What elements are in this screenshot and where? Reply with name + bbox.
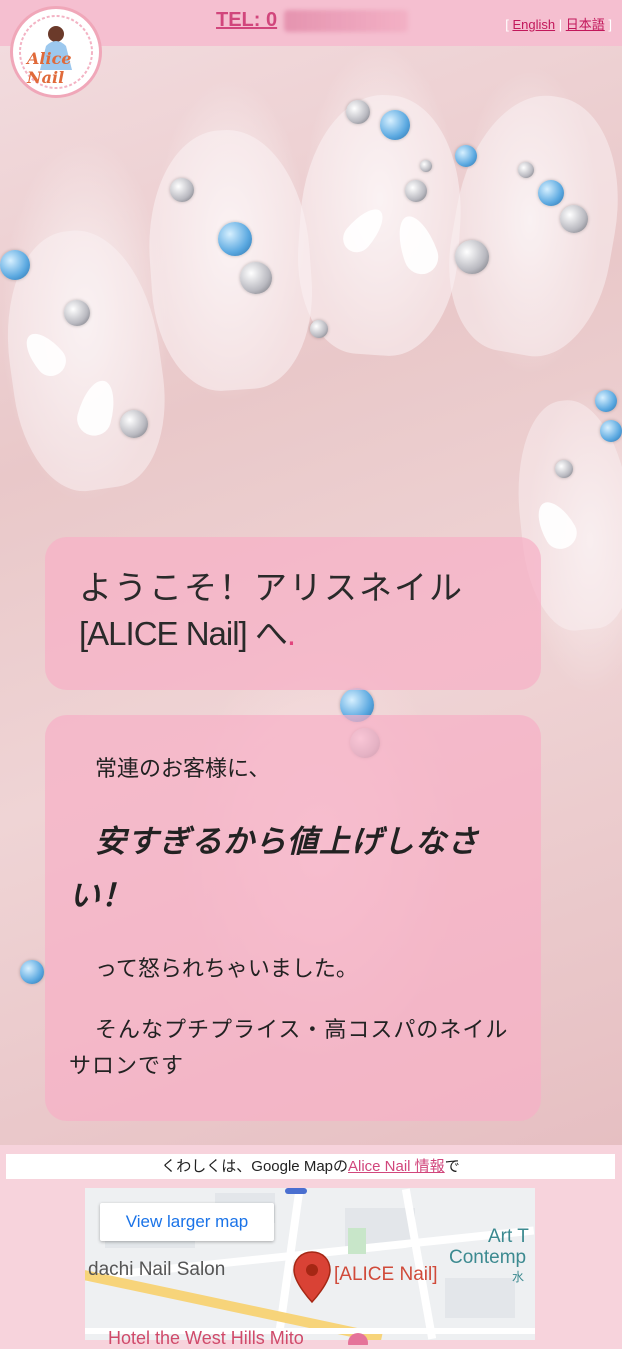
- welcome-dot: .: [286, 615, 299, 652]
- alice-nail-logo[interactable]: Alice Nail: [10, 6, 102, 98]
- view-larger-map-link[interactable]: View larger map: [100, 1203, 274, 1241]
- welcome-line-2: [ALICE Nail] へ: [79, 615, 288, 652]
- phone-number-redacted: [284, 10, 408, 32]
- lang-english-link[interactable]: English: [512, 17, 555, 32]
- promo-text-too-cheap: 安すぎるから値上げしなさい！: [69, 824, 479, 914]
- map-art-label-1: Art T: [488, 1226, 529, 1247]
- lang-japanese-link[interactable]: 日本語: [566, 17, 605, 32]
- promo-card: 常連のお客様に、 安すぎるから値上げしなさい！ って怒られちゃいました。 そんな…: [45, 715, 541, 1121]
- logo-text: Alice Nail: [27, 49, 72, 87]
- map-art-label-2: Contemp: [449, 1247, 527, 1268]
- welcome-card: ようこそ！アリスネイル [ALICE Nail] へ.: [45, 537, 541, 690]
- map-kanji-label: 水: [512, 1270, 525, 1284]
- lang-separator: |: [558, 17, 563, 32]
- promo-text-salon-description: そんなプチプライス・高コスパのネイルサロンです: [69, 1018, 509, 1079]
- map-pin-label: [ALICE Nail]: [334, 1264, 438, 1285]
- language-switcher: [ English | 日本語 ]: [505, 14, 612, 33]
- map-hotel-label: Hotel the West Hills Mito: [108, 1328, 304, 1348]
- promo-text-scolded: って怒られちゃいました。: [95, 957, 358, 982]
- welcome-line-1: ようこそ！アリスネイル: [79, 569, 464, 606]
- map-location-pin-icon[interactable]: [292, 1250, 332, 1304]
- promo-text-customers: 常連のお客様に、: [95, 757, 271, 782]
- map-nearby-salon-label: dachi Nail Salon: [88, 1259, 226, 1280]
- info-prefix: くわしくは、Google Mapの: [161, 1158, 348, 1175]
- google-map-info-bar: くわしくは、Google MapのAlice Nail 情報で: [6, 1154, 615, 1179]
- bracket-close: ]: [608, 17, 612, 32]
- bracket-open: [: [505, 17, 509, 32]
- phone-link[interactable]: TEL: 0: [216, 9, 277, 32]
- welcome-heading: ようこそ！アリスネイル [ALICE Nail] へ.: [79, 565, 513, 657]
- alice-nail-map-link[interactable]: Alice Nail 情報: [348, 1158, 445, 1175]
- info-suffix: で: [444, 1158, 460, 1175]
- map-hotel-pin-icon: [348, 1333, 368, 1345]
